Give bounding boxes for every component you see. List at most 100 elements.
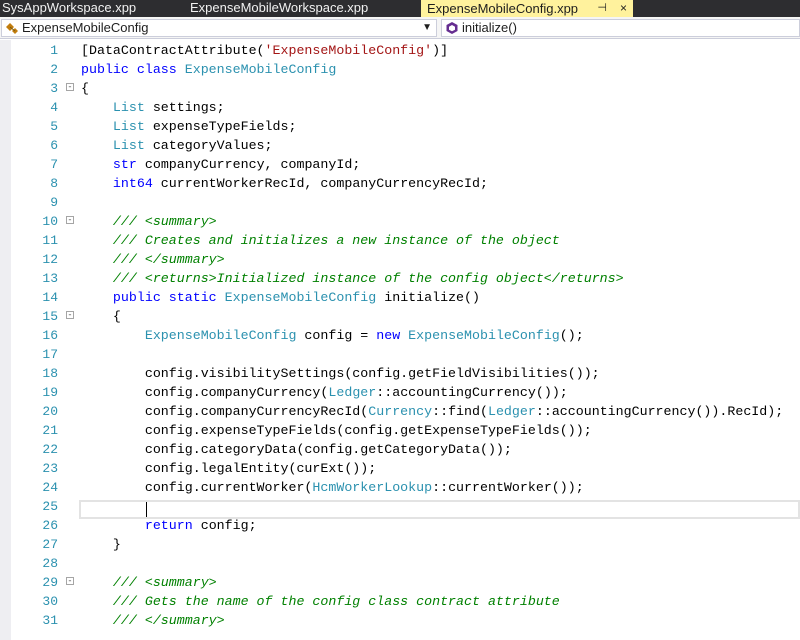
- member-dropdown-value: initialize(): [462, 20, 517, 35]
- tab-expensemobileconfig[interactable]: ExpenseMobileConfig.xpp ⊣ ×: [421, 0, 633, 17]
- code-line[interactable]: 29- /// <summary>: [0, 573, 800, 592]
- class-icon: [6, 23, 18, 34]
- code-text: /// </summary>: [112, 613, 225, 628]
- code-text: public static ExpenseMobileConfig initia…: [112, 290, 480, 305]
- code-text: /// Creates and initializes a new instan…: [112, 233, 560, 248]
- code-line[interactable]: 1 [DataContractAttribute('ExpenseMobileCo…: [0, 41, 800, 60]
- code-line[interactable]: 12 /// </summary>: [0, 250, 800, 269]
- code-line[interactable]: 21 config.expenseTypeFields(config.getEx…: [0, 421, 800, 440]
- collapse-icon[interactable]: -: [66, 83, 74, 92]
- code-line[interactable]: 8 int64 currentWorkerRecId, companyCurre…: [0, 174, 800, 193]
- code-line[interactable]: 2 public class ExpenseMobileConfig: [0, 60, 800, 79]
- code-text: config.companyCurrency(Ledger::accountin…: [81, 385, 568, 400]
- current-line-highlight: [79, 500, 800, 519]
- line-number: 21: [42, 423, 58, 438]
- code-line[interactable]: 27 }: [0, 535, 800, 554]
- line-number: 23: [42, 461, 58, 476]
- tab-label: ExpenseMobileConfig.xpp: [427, 1, 579, 16]
- code-line[interactable]: 4 List settings;: [0, 98, 800, 117]
- code-line[interactable]: 5 List expenseTypeFields;: [0, 117, 800, 136]
- code-text: config.visibilitySettings(config.getFiel…: [81, 366, 600, 381]
- code-line[interactable]: 14 public static ExpenseMobileConfig ini…: [0, 288, 800, 307]
- tab-sysappworkspace[interactable]: SysAppWorkspace.xpp: [0, 0, 183, 17]
- code-text: ExpenseMobileConfig config = new Expense…: [144, 328, 584, 343]
- code-text: public class ExpenseMobileConfig: [81, 62, 337, 77]
- code-text: /// </summary>: [112, 252, 225, 267]
- line-number: 27: [42, 537, 58, 552]
- code-text: config.companyCurrencyRecId(Currency::fi…: [81, 404, 784, 419]
- code-line[interactable]: 7 str companyCurrency, companyId;: [0, 155, 800, 174]
- member-dropdown[interactable]: initialize(): [441, 19, 800, 37]
- tab-expensemobileworkspace[interactable]: ExpenseMobileWorkspace.xpp: [188, 0, 420, 17]
- line-number: 24: [42, 480, 58, 495]
- collapse-icon[interactable]: -: [66, 577, 74, 586]
- code-line[interactable]: 30 /// Gets the name of the config class…: [0, 592, 800, 611]
- code-text: {: [81, 309, 121, 324]
- line-number: 8: [50, 176, 58, 191]
- line-number: 31: [42, 613, 58, 628]
- line-number: 7: [50, 157, 58, 172]
- chevron-down-icon: ▼: [422, 22, 432, 33]
- code-editor[interactable]: 1 [DataContractAttribute('ExpenseMobileCo…: [0, 40, 800, 640]
- pin-icon[interactable]: ⊣: [597, 2, 607, 15]
- line-number: 18: [42, 366, 58, 381]
- code-text: int64 currentWorkerRecId, companyCurrenc…: [112, 176, 488, 191]
- navigation-bar: ExpenseMobileConfig ▼ initialize(): [0, 17, 800, 39]
- tab-label: SysAppWorkspace.xpp: [2, 0, 137, 15]
- class-dropdown[interactable]: ExpenseMobileConfig ▼: [1, 19, 437, 37]
- line-number: 1: [50, 43, 58, 58]
- line-number: 11: [42, 233, 58, 248]
- code-text: str companyCurrency, companyId;: [112, 157, 361, 172]
- line-number: 2: [50, 62, 58, 77]
- line-number: 17: [42, 347, 58, 362]
- line-number: 29: [42, 575, 58, 590]
- code-line[interactable]: 20 config.companyCurrencyRecId(Currency:…: [0, 402, 800, 421]
- code-line[interactable]: 18 config.visibilitySettings(config.getF…: [0, 364, 800, 383]
- code-text: /// <summary>: [112, 575, 217, 590]
- code-text: }: [81, 537, 121, 552]
- tab-label: ExpenseMobileWorkspace.xpp: [190, 0, 369, 15]
- code-line[interactable]: 10- /// <summary>: [0, 212, 800, 231]
- line-number: 4: [50, 100, 58, 115]
- code-line[interactable]: 13 /// <returns>Initialized instance of …: [0, 269, 800, 288]
- code-text: config.expenseTypeFields(config.getExpen…: [81, 423, 592, 438]
- method-icon: [446, 22, 458, 34]
- line-number: 5: [50, 119, 58, 134]
- code-line[interactable]: 9: [0, 193, 800, 212]
- code-text: List expenseTypeFields;: [112, 119, 297, 134]
- code-line[interactable]: 17: [0, 345, 800, 364]
- line-number: 22: [42, 442, 58, 457]
- line-number: 12: [42, 252, 58, 267]
- code-text: /// <summary>: [112, 214, 217, 229]
- line-number: 10: [42, 214, 58, 229]
- class-dropdown-value: ExpenseMobileConfig: [22, 20, 149, 35]
- code-text: config.legalEntity(curExt());: [81, 461, 377, 476]
- code-line[interactable]: 16 ExpenseMobileConfig config = new Expe…: [0, 326, 800, 345]
- line-number: 30: [42, 594, 58, 609]
- text-caret: [146, 502, 147, 517]
- code-text: List categoryValues;: [112, 138, 273, 153]
- code-line[interactable]: 24 config.currentWorker(HcmWorkerLookup:…: [0, 478, 800, 497]
- code-line[interactable]: 22 config.categoryData(config.getCategor…: [0, 440, 800, 459]
- line-number: 9: [50, 195, 58, 210]
- line-number: 16: [42, 328, 58, 343]
- code-line[interactable]: 19 config.companyCurrency(Ledger::accoun…: [0, 383, 800, 402]
- code-line[interactable]: 11 /// Creates and initializes a new ins…: [0, 231, 800, 250]
- code-line[interactable]: 31 /// </summary>: [0, 611, 800, 630]
- collapse-icon[interactable]: -: [66, 216, 74, 225]
- code-line[interactable]: 23 config.legalEntity(curExt());: [0, 459, 800, 478]
- code-line[interactable]: 28: [0, 554, 800, 573]
- line-number: 15: [42, 309, 58, 324]
- code-text: config.currentWorker(HcmWorkerLookup::cu…: [81, 480, 584, 495]
- code-text: [DataContractAttribute('ExpenseMobileCon…: [81, 43, 449, 58]
- line-number: 25: [42, 499, 58, 514]
- close-icon[interactable]: ×: [620, 2, 627, 15]
- line-number: 28: [42, 556, 58, 571]
- code-line[interactable]: 6 List categoryValues;: [0, 136, 800, 155]
- line-number: 13: [42, 271, 58, 286]
- line-number: 20: [42, 404, 58, 419]
- code-line[interactable]: 3-{: [0, 79, 800, 98]
- collapse-icon[interactable]: -: [66, 311, 74, 320]
- code-line[interactable]: 15- {: [0, 307, 800, 326]
- line-number: 3: [50, 81, 58, 96]
